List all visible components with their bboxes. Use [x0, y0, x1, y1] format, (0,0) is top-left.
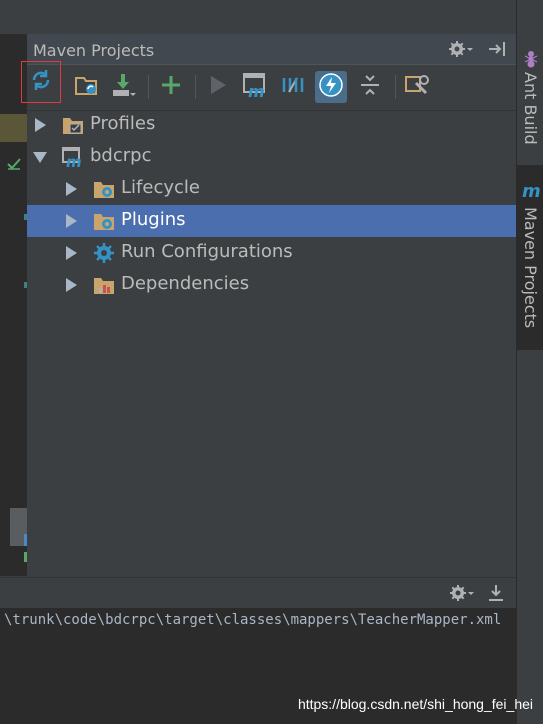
settings-icon	[404, 73, 430, 101]
execute-goal-button[interactable]: m	[239, 71, 271, 103]
download-button[interactable]	[107, 71, 139, 103]
dependencies-folder-icon	[93, 274, 115, 296]
collapse-all-icon	[358, 73, 382, 101]
skip-tests-icon	[318, 72, 344, 102]
tree-item-label: Plugins	[121, 209, 186, 230]
maven-panel-header: Maven Projects	[27, 34, 516, 65]
tree-item-run-configurations[interactable]: Run Configurations	[27, 237, 516, 269]
tree-item-lifecycle[interactable]: Lifecycle	[27, 173, 516, 205]
check-icon	[6, 156, 22, 172]
run-button[interactable]	[202, 71, 234, 103]
ant-icon	[522, 50, 540, 72]
tab-ant-build[interactable]: Ant Build	[517, 48, 543, 158]
download-icon	[110, 72, 136, 102]
editor-gutter	[0, 34, 28, 576]
expand-arrow-icon[interactable]	[66, 182, 77, 196]
expand-arrow-icon[interactable]	[66, 214, 77, 228]
gear-icon[interactable]	[449, 584, 475, 602]
toolbar-separator	[195, 75, 196, 99]
expand-arrow-icon[interactable]	[66, 278, 77, 292]
collapse-arrow-icon[interactable]	[33, 152, 47, 163]
tree-item-label: Dependencies	[121, 273, 250, 294]
run-icon	[208, 74, 228, 100]
reimport-icon	[29, 68, 53, 96]
svg-text:m: m	[248, 82, 265, 98]
tree-item-label: Run Configurations	[121, 241, 293, 262]
watermark: https://blog.csdn.net/shi_hong_fei_hei	[297, 696, 533, 712]
execute-goal-icon: m	[242, 72, 268, 102]
collapse-all-button[interactable]	[354, 71, 386, 103]
tab-label: Ant Build	[521, 72, 540, 145]
toolbar-separator	[148, 75, 149, 99]
maven-module-icon: m	[62, 146, 84, 171]
expand-arrow-icon[interactable]	[35, 118, 46, 132]
tree-item-plugins[interactable]: Plugins	[27, 205, 516, 237]
hide-panel-icon[interactable]	[487, 40, 509, 58]
console-line: \trunk\code\bdcrpc\target\classes\mapper…	[4, 612, 502, 628]
top-strip	[0, 0, 516, 34]
editor-marker	[0, 114, 27, 142]
tree-item-label: Lifecycle	[121, 177, 200, 198]
svg-text:m: m	[66, 153, 82, 168]
tab-label: Maven Projects	[521, 207, 540, 329]
minimize-icon[interactable]	[487, 584, 505, 602]
gear-icon[interactable]	[448, 40, 474, 58]
maven-project-tree: Profiles m bdcrpc Lifecycle Plugins Run …	[27, 111, 516, 576]
add-icon	[160, 74, 182, 100]
right-tool-window-bar: Ant Build m Maven Projects	[516, 0, 543, 724]
expand-arrow-icon[interactable]	[66, 246, 77, 260]
lifecycle-folder-icon	[93, 178, 115, 200]
panel-title: Maven Projects	[33, 41, 155, 60]
reimport-button[interactable]	[21, 61, 61, 103]
tab-maven-projects[interactable]: m Maven Projects	[517, 165, 543, 350]
toolbar-separator	[395, 75, 396, 99]
tree-item-profiles[interactable]: Profiles	[27, 109, 516, 141]
tree-item-label: Profiles	[90, 113, 156, 134]
gear-icon	[93, 242, 115, 264]
toggle-offline-button[interactable]	[277, 71, 309, 103]
maven-toolbar: m	[21, 61, 516, 111]
generate-sources-button[interactable]	[71, 71, 103, 103]
tree-item-label: bdcrpc	[90, 145, 152, 166]
profiles-folder-icon	[62, 114, 84, 136]
tree-item-bdcrpc[interactable]: m bdcrpc	[27, 141, 516, 173]
tree-item-dependencies[interactable]: Dependencies	[27, 269, 516, 301]
generate-sources-icon	[74, 73, 100, 101]
add-button[interactable]	[155, 71, 187, 103]
plugins-folder-icon	[93, 210, 115, 232]
maven-icon: m	[522, 181, 541, 202]
settings-button[interactable]	[401, 71, 433, 103]
skip-tests-button[interactable]	[315, 71, 347, 103]
bottom-panel-header	[0, 577, 516, 609]
toggle-offline-icon	[280, 74, 306, 100]
